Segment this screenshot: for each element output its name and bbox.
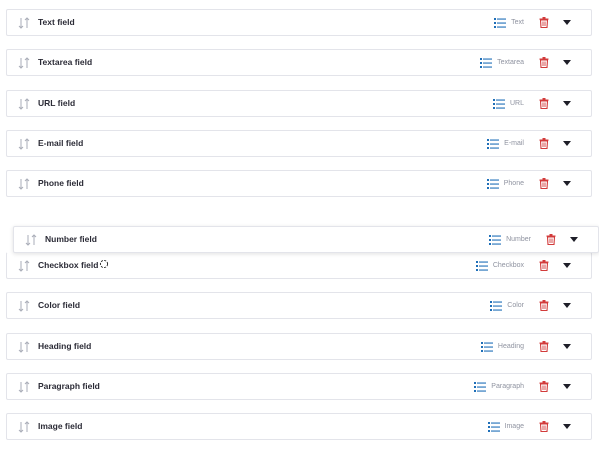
- caret-down-icon[interactable]: [570, 237, 578, 242]
- trash-icon[interactable]: [546, 234, 556, 245]
- sort-arrows-icon[interactable]: [17, 340, 31, 354]
- field-type: Text: [511, 19, 524, 26]
- trash-icon[interactable]: [539, 178, 549, 189]
- sort-arrows-icon[interactable]: [17, 259, 31, 273]
- list-icon: [494, 17, 507, 28]
- trash-icon[interactable]: [539, 341, 549, 352]
- field-label: Number field: [45, 234, 97, 244]
- list-icon: [480, 57, 493, 68]
- trash-icon[interactable]: [539, 138, 549, 149]
- trash-icon[interactable]: [539, 57, 549, 68]
- list-icon: [475, 260, 488, 271]
- field-label: Paragraph field: [38, 381, 100, 391]
- sort-arrows-icon[interactable]: [17, 420, 31, 434]
- sort-arrows-icon[interactable]: [17, 137, 31, 151]
- caret-down-icon[interactable]: [563, 60, 571, 65]
- field-type: Number: [506, 236, 531, 243]
- field-label: Text field: [38, 17, 75, 27]
- trash-icon[interactable]: [539, 381, 549, 392]
- field-label: Heading field: [38, 341, 92, 351]
- list-icon: [474, 381, 487, 392]
- field-row[interactable]: Image field Image: [6, 413, 592, 440]
- trash-icon[interactable]: [539, 260, 549, 271]
- trash-icon[interactable]: [539, 17, 549, 28]
- field-label: Color field: [38, 300, 81, 310]
- field-type: Checkbox: [492, 262, 524, 269]
- sort-arrows-icon[interactable]: [17, 380, 31, 394]
- list-icon: [487, 421, 500, 432]
- list-icon: [480, 341, 493, 352]
- caret-down-icon[interactable]: [563, 263, 571, 268]
- field-row[interactable]: Color field Color: [6, 292, 592, 319]
- trash-icon[interactable]: [539, 300, 549, 311]
- field-row[interactable]: E-mail field E-mail: [6, 130, 592, 157]
- dragging-field-row[interactable]: Number field Number: [13, 226, 599, 253]
- trash-icon[interactable]: [539, 98, 549, 109]
- field-type: Image: [504, 423, 524, 430]
- field-row[interactable]: URL field URL: [6, 90, 592, 117]
- busy-cursor-icon: [99, 259, 109, 269]
- caret-down-icon[interactable]: [563, 424, 571, 429]
- sort-arrows-icon[interactable]: [17, 97, 31, 111]
- list-icon: [487, 138, 500, 149]
- list-icon: [489, 234, 502, 245]
- caret-down-icon[interactable]: [563, 344, 571, 349]
- caret-down-icon[interactable]: [563, 20, 571, 25]
- field-type: Textarea: [497, 59, 524, 66]
- field-row[interactable]: Paragraph field Paragraph: [6, 373, 592, 400]
- field-type: Color: [507, 302, 524, 309]
- field-type: URL: [509, 100, 524, 107]
- field-type: Heading: [497, 343, 524, 350]
- field-row[interactable]: Heading field Heading: [6, 333, 592, 360]
- trash-icon[interactable]: [539, 421, 549, 432]
- field-label: Textarea field: [38, 57, 93, 67]
- caret-down-icon[interactable]: [563, 101, 571, 106]
- sort-arrows-icon[interactable]: [24, 233, 38, 247]
- field-type: Paragraph: [491, 383, 524, 390]
- list-icon: [486, 178, 499, 189]
- sort-arrows-icon[interactable]: [17, 56, 31, 70]
- sort-arrows-icon[interactable]: [17, 299, 31, 313]
- list-icon: [490, 300, 503, 311]
- field-label: Phone field: [38, 178, 84, 188]
- caret-down-icon[interactable]: [563, 181, 571, 186]
- field-label: URL field: [38, 98, 76, 108]
- sort-arrows-icon[interactable]: [17, 16, 31, 30]
- field-label: E-mail field: [38, 138, 84, 148]
- caret-down-icon[interactable]: [563, 141, 571, 146]
- sort-arrows-icon[interactable]: [17, 177, 31, 191]
- field-row[interactable]: Text field Text: [6, 9, 592, 36]
- caret-down-icon[interactable]: [563, 384, 571, 389]
- field-type: E-mail: [504, 140, 524, 147]
- field-type: Phone: [503, 180, 524, 187]
- field-row[interactable]: Checkbox field Checkbox: [6, 252, 592, 279]
- field-row[interactable]: Phone field Phone: [6, 170, 592, 197]
- caret-down-icon[interactable]: [563, 303, 571, 308]
- field-row[interactable]: Textarea field Textarea: [6, 49, 592, 76]
- field-label: Checkbox field: [38, 260, 99, 270]
- field-label: Image field: [38, 421, 83, 431]
- list-icon: [492, 98, 505, 109]
